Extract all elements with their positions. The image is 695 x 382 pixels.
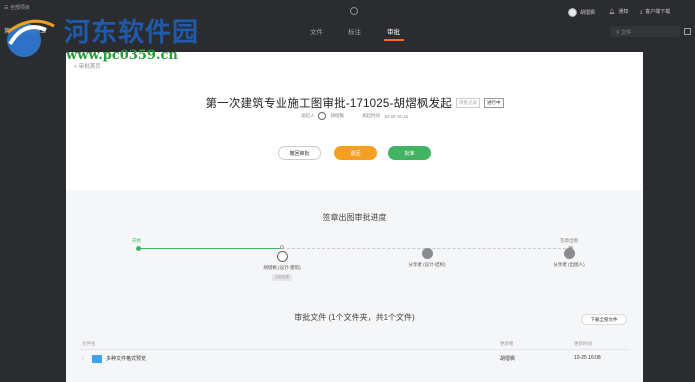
sidebar-divider bbox=[58, 46, 59, 382]
download-icon: ⤓ bbox=[640, 8, 643, 15]
table-row[interactable]: › 多种文件格式预览 胡熠枫 10-25 16:08 bbox=[80, 354, 630, 368]
status-badge: 进行中 bbox=[484, 98, 504, 108]
progress-node-current: 胡熠枫 (设计-建筑) 当前处理 bbox=[256, 245, 308, 281]
node-name: 分享者 (设计-结构) bbox=[408, 262, 446, 267]
file-updater: 胡熠枫 bbox=[500, 356, 516, 362]
app-logo-icon bbox=[350, 7, 358, 15]
bell-icon: 🔔︎ bbox=[609, 8, 616, 15]
node-name: 胡熠枫 (设计-建筑) bbox=[263, 265, 301, 270]
user-name: 胡熠枫 bbox=[580, 10, 596, 16]
tab-annotations[interactable]: 标注 bbox=[348, 26, 361, 36]
progress-start-label: 开始 bbox=[132, 238, 141, 243]
watermark-url: www.pc0359.cn bbox=[66, 48, 178, 63]
withdraw-button[interactable]: 撤回审批 bbox=[278, 146, 321, 160]
client-download-label: 客户端下载 bbox=[645, 9, 671, 15]
record-badge[interactable]: 审批记录 bbox=[456, 98, 481, 108]
col-updater[interactable]: 更新者 bbox=[500, 341, 514, 347]
approval-header bbox=[66, 52, 643, 190]
col-name[interactable]: 文件名 bbox=[82, 341, 96, 347]
progress-node-2: 分享者 (设计-结构) bbox=[402, 248, 452, 268]
page-title: 第一次建筑专业施工图审批-171025-胡熠枫发起 bbox=[205, 98, 453, 110]
file-name[interactable]: 多种文件格式预览 bbox=[106, 355, 146, 362]
notifications-button[interactable]: 🔔︎ 通知 bbox=[609, 8, 629, 16]
layout-toggle-icon[interactable] bbox=[684, 28, 691, 35]
initiator-name: 胡熠枫 bbox=[330, 113, 344, 118]
folder-icon bbox=[92, 355, 102, 363]
search-placeholder: 文件 bbox=[621, 30, 632, 36]
node-avatar bbox=[421, 248, 433, 259]
node-pin bbox=[280, 245, 284, 249]
return-button[interactable]: 退回 bbox=[334, 146, 377, 160]
tab-approval[interactable]: 审批 bbox=[387, 26, 400, 36]
col-time[interactable]: 更新时间 bbox=[574, 341, 592, 347]
notifications-label: 通知 bbox=[618, 9, 629, 15]
progress-node-3: 分享者 (出图人) bbox=[546, 248, 592, 268]
watermark-logo-icon bbox=[7, 19, 55, 57]
files-title: 审批文件 (1个文件夹，共1个文件) bbox=[294, 313, 415, 322]
title-row: 第一次建筑专业施工图审批-171025-胡熠枫发起 审批记录 进行中 bbox=[66, 95, 643, 111]
progress-title: 签章出图审批进度 bbox=[322, 213, 387, 222]
node-name: 分享者 (出图人) bbox=[553, 262, 585, 267]
approve-button[interactable]: 批准 bbox=[388, 146, 431, 160]
back-link[interactable]: < 审批首页 bbox=[74, 62, 101, 70]
active-tab-indicator bbox=[384, 39, 404, 41]
search-input[interactable]: ⚲ 文件 bbox=[610, 26, 680, 37]
approval-panel: < 审批首页 第一次建筑专业施工图审批-171025-胡熠枫发起 审批记录 进行… bbox=[66, 52, 643, 382]
app-window: ☰ 全部项目 第一次建筑施工 文件 标注 审批 胡熠枫 🔔︎ 通知 ⤓ 客户端下… bbox=[0, 0, 695, 382]
node-avatar bbox=[563, 248, 575, 259]
user-menu[interactable]: 胡熠枫 bbox=[568, 8, 595, 17]
initiator-label: 发起人 bbox=[300, 113, 315, 118]
chevron-right-icon[interactable]: › bbox=[82, 356, 84, 362]
progress-end-label: 签章出图 bbox=[560, 238, 578, 243]
time-label: 发起时间 bbox=[361, 113, 380, 118]
file-time: 10-25 16:08 bbox=[574, 355, 601, 361]
watermark-text: 河东软件园 bbox=[64, 18, 200, 48]
node-avatar bbox=[276, 251, 288, 262]
user-avatar bbox=[568, 8, 577, 17]
initiator-avatar bbox=[318, 112, 327, 120]
files-table-header: 文件名 更新者 更新时间 bbox=[80, 340, 630, 350]
node-tag: 当前处理 bbox=[272, 274, 292, 281]
time-value: 10-25 16:15 bbox=[383, 113, 409, 119]
download-all-button[interactable]: 下载全部文件 bbox=[581, 314, 627, 325]
client-download-button[interactable]: ⤓ 客户端下载 bbox=[640, 8, 671, 16]
meta-row: 发起人 胡熠枫 发起时间 10-25 16:15 bbox=[66, 112, 643, 120]
tab-files[interactable]: 文件 bbox=[310, 26, 323, 36]
